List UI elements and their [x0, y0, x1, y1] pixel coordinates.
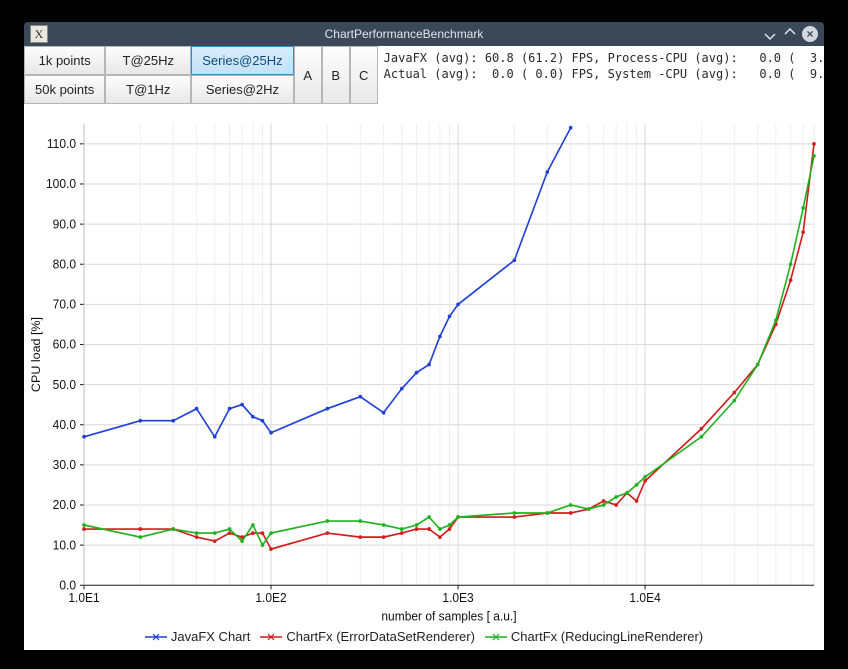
toggle-c[interactable]: C — [350, 46, 378, 104]
svg-text:1.0E1: 1.0E1 — [68, 591, 99, 605]
svg-text:30.0: 30.0 — [53, 458, 77, 472]
svg-text:1.0E4: 1.0E4 — [629, 591, 660, 605]
svg-text:90.0: 90.0 — [53, 217, 77, 231]
legend-swatch-icon — [485, 630, 507, 644]
svg-text:CPU load [%]: CPU load [%] — [29, 317, 43, 392]
legend-item-reducingline: ChartFx (ReducingLineRenderer) — [481, 629, 707, 644]
legend-label: ChartFx (ReducingLineRenderer) — [511, 629, 703, 644]
toggle-a[interactable]: A — [294, 46, 322, 104]
maximize-icon[interactable] — [780, 24, 800, 44]
btn-50k-points[interactable]: 50k points — [24, 75, 105, 104]
legend-label: ChartFx (ErrorDataSetRenderer) — [286, 629, 475, 644]
svg-text:1.0E3: 1.0E3 — [442, 591, 473, 605]
svg-text:50.0: 50.0 — [53, 378, 77, 392]
svg-text:70.0: 70.0 — [53, 297, 77, 311]
legend-item-errordataset: ChartFx (ErrorDataSetRenderer) — [256, 629, 479, 644]
minimize-icon[interactable] — [760, 24, 780, 44]
svg-text:20.0: 20.0 — [53, 498, 77, 512]
svg-text:60.0: 60.0 — [53, 337, 77, 351]
preset-button-grid: 1k points T@25Hz Series@25Hz 50k points … — [24, 46, 294, 104]
btn-t-25hz[interactable]: T@25Hz — [105, 46, 191, 75]
toggle-b[interactable]: B — [322, 46, 350, 104]
svg-text:10.0: 10.0 — [53, 538, 77, 552]
abc-toggle-group: A B C — [294, 46, 378, 104]
svg-text:1.0E2: 1.0E2 — [255, 591, 286, 605]
status-text: JavaFX (avg): 60.8 (61.2) FPS, Process-C… — [378, 46, 824, 82]
app-icon: X — [30, 25, 48, 43]
legend-label: JavaFX Chart — [171, 629, 250, 644]
window-body: 1k points T@25Hz Series@25Hz 50k points … — [24, 46, 824, 650]
svg-text:40.0: 40.0 — [53, 418, 77, 432]
status-line-1: JavaFX (avg): 60.8 (61.2) FPS, Process-C… — [384, 51, 824, 65]
svg-text:110.0: 110.0 — [47, 137, 76, 151]
status-line-2: Actual (avg): 0.0 ( 0.0) FPS, System -CP… — [384, 67, 824, 81]
svg-text:80.0: 80.0 — [53, 257, 77, 271]
legend-swatch-icon — [260, 630, 282, 644]
chart-area[interactable]: 0.010.020.030.040.050.060.070.080.090.01… — [24, 104, 824, 627]
close-icon[interactable]: × — [802, 26, 818, 42]
titlebar: X ChartPerformanceBenchmark × — [24, 22, 824, 46]
toolbar: 1k points T@25Hz Series@25Hz 50k points … — [24, 46, 824, 104]
chart-svg[interactable]: 0.010.020.030.040.050.060.070.080.090.01… — [24, 105, 824, 627]
legend: JavaFX Chart ChartFx (ErrorDataSetRender… — [24, 627, 824, 650]
btn-t-1hz[interactable]: T@1Hz — [105, 75, 191, 104]
window-title: ChartPerformanceBenchmark — [48, 27, 760, 41]
btn-series-2hz[interactable]: Series@2Hz — [191, 75, 293, 104]
svg-text:number of samples [ a.u.]: number of samples [ a.u.] — [381, 610, 516, 624]
legend-swatch-icon — [145, 630, 167, 644]
btn-series-25hz[interactable]: Series@25Hz — [191, 46, 293, 75]
legend-item-javafx: JavaFX Chart — [141, 629, 254, 644]
svg-text:100.0: 100.0 — [46, 177, 76, 191]
btn-1k-points[interactable]: 1k points — [24, 46, 105, 75]
